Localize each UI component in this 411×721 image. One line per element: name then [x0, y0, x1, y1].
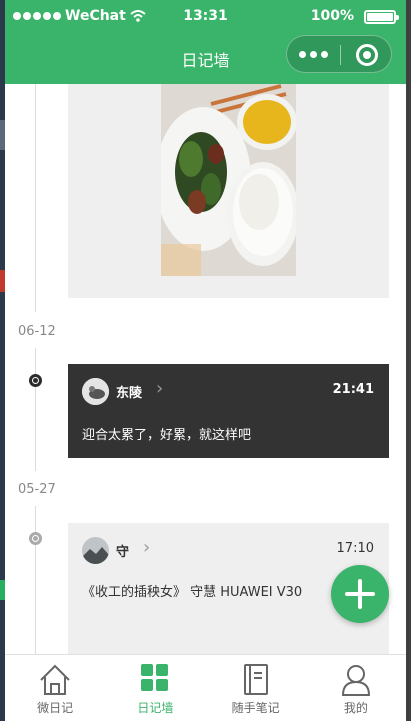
- entry-date: 05-27: [18, 482, 56, 497]
- status-bar: WeChat 13:31 100%: [5, 0, 406, 34]
- more-icon[interactable]: [299, 51, 328, 58]
- entry-text[interactable]: 迎合太累了，好累，就这样吧: [82, 424, 251, 443]
- tab-label: 微日记: [37, 701, 74, 715]
- tab-notes[interactable]: 随手笔记: [206, 655, 306, 721]
- timeline-line: [35, 348, 36, 471]
- nav-bar: 日记墙: [5, 34, 406, 84]
- chevron-right-icon: ›: [156, 378, 164, 399]
- diary-entry-card[interactable]: 东陵 › 21:41 迎合太累了，好累，就这样吧: [68, 364, 389, 458]
- right-window-edge: [406, 0, 411, 721]
- tab-bar: 微日记 日记墙 随手笔记 我的: [5, 654, 406, 721]
- timeline-node: [29, 374, 42, 387]
- close-icon[interactable]: [356, 44, 378, 66]
- notebook-icon: [243, 664, 268, 695]
- author-name[interactable]: 守: [116, 541, 129, 560]
- timeline-node: [29, 532, 42, 545]
- avatar[interactable]: [82, 378, 109, 405]
- entry-text[interactable]: 《收工的插秧女》 守慧 HUAWEI V30: [82, 581, 302, 600]
- avatar[interactable]: [82, 537, 109, 564]
- timeline-line: [35, 84, 36, 312]
- add-entry-button[interactable]: [331, 565, 389, 623]
- phone-screen: WeChat 13:31 100% 日记墙 06-12 东陵 › 21:41 迎…: [5, 0, 406, 721]
- tab-diary-wall[interactable]: 日记墙: [105, 655, 205, 721]
- entry-date: 06-12: [18, 324, 56, 339]
- battery-icon: [364, 10, 399, 24]
- user-icon: [341, 665, 370, 696]
- chevron-right-icon: ›: [143, 537, 151, 558]
- battery-percent: 100%: [310, 8, 354, 24]
- home-icon: [40, 664, 70, 695]
- mini-program-capsule: [286, 35, 392, 73]
- tab-label: 日记墙: [137, 701, 174, 715]
- tab-label: 我的: [343, 701, 368, 715]
- image-entry-card[interactable]: [68, 84, 389, 298]
- grid-icon: [141, 664, 169, 691]
- tab-mine[interactable]: 我的: [306, 655, 406, 721]
- capsule-divider: [340, 45, 341, 65]
- tab-micro-diary[interactable]: 微日记: [5, 655, 105, 721]
- author-name[interactable]: 东陵: [116, 382, 142, 401]
- entry-time: 17:10: [336, 541, 374, 556]
- tab-label: 随手笔记: [231, 701, 280, 715]
- entry-time: 21:41: [332, 382, 374, 397]
- food-photo[interactable]: [161, 84, 296, 276]
- timeline-line: [35, 506, 36, 654]
